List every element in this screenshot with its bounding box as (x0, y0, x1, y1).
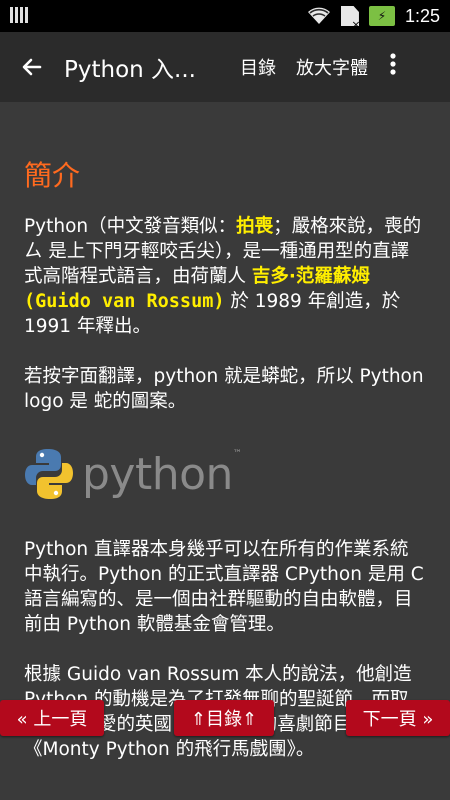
translation-paragraph: 若按字面翻譯，python 就是蟒蛇，所以 Python logo 是 蛇的圖案… (24, 366, 424, 412)
clock: 1:25 (404, 5, 440, 26)
prev-page-button[interactable]: « 上一頁 (0, 700, 104, 736)
sim-card-icon (340, 6, 359, 26)
arrow-left-icon (22, 58, 42, 76)
interpreter-paragraph: Python 直譯器本身幾乎可以在所有的作業系統中執行。Python 的正式直譯… (24, 539, 424, 635)
next-page-button[interactable]: 下一頁 » (346, 700, 450, 736)
text-span: Python（中文發音類似： (24, 216, 237, 237)
section-heading: 簡介 (24, 159, 81, 192)
highlight-author-name: 吉多·范羅蘇姆 (251, 266, 370, 287)
highlight-author-latin: (Guido van Rossum) (24, 291, 225, 312)
toc-button[interactable]: 目錄 (230, 54, 286, 80)
wifi-icon (307, 7, 330, 24)
signal-icon (10, 7, 30, 23)
app-bar: Python 入... 目錄 放大字體 (0, 32, 450, 102)
battery-charging-icon: ⚡ (368, 6, 395, 26)
overflow-menu-button[interactable] (378, 52, 408, 82)
intro-paragraph: Python（中文發音類似：拍喪；嚴格來說，喪的 ㄙ 是上下門牙輕咬舌尖），是一… (24, 214, 426, 339)
more-vert-icon (390, 53, 396, 75)
page-title: Python 入... (64, 57, 196, 83)
python-snake-icon (25, 449, 73, 499)
back-button[interactable] (0, 32, 64, 102)
article-content[interactable]: 簡介 Python（中文發音類似：拍喪；嚴格來說，喪的 ㄙ 是上下門牙輕咬舌尖）… (0, 102, 450, 800)
highlight-pronunciation: 拍喪 (236, 216, 274, 237)
toc-nav-button[interactable]: ⇑目錄⇑ (174, 700, 274, 736)
trademark-mark: ™ (232, 449, 242, 459)
python-logo: python ™ (24, 439, 426, 509)
status-icons: ⚡ 1:25 (307, 0, 440, 32)
status-bar: ⚡ 1:25 (0, 0, 450, 32)
zoom-font-button[interactable]: 放大字體 (286, 54, 378, 80)
python-wordmark: python (82, 448, 233, 500)
